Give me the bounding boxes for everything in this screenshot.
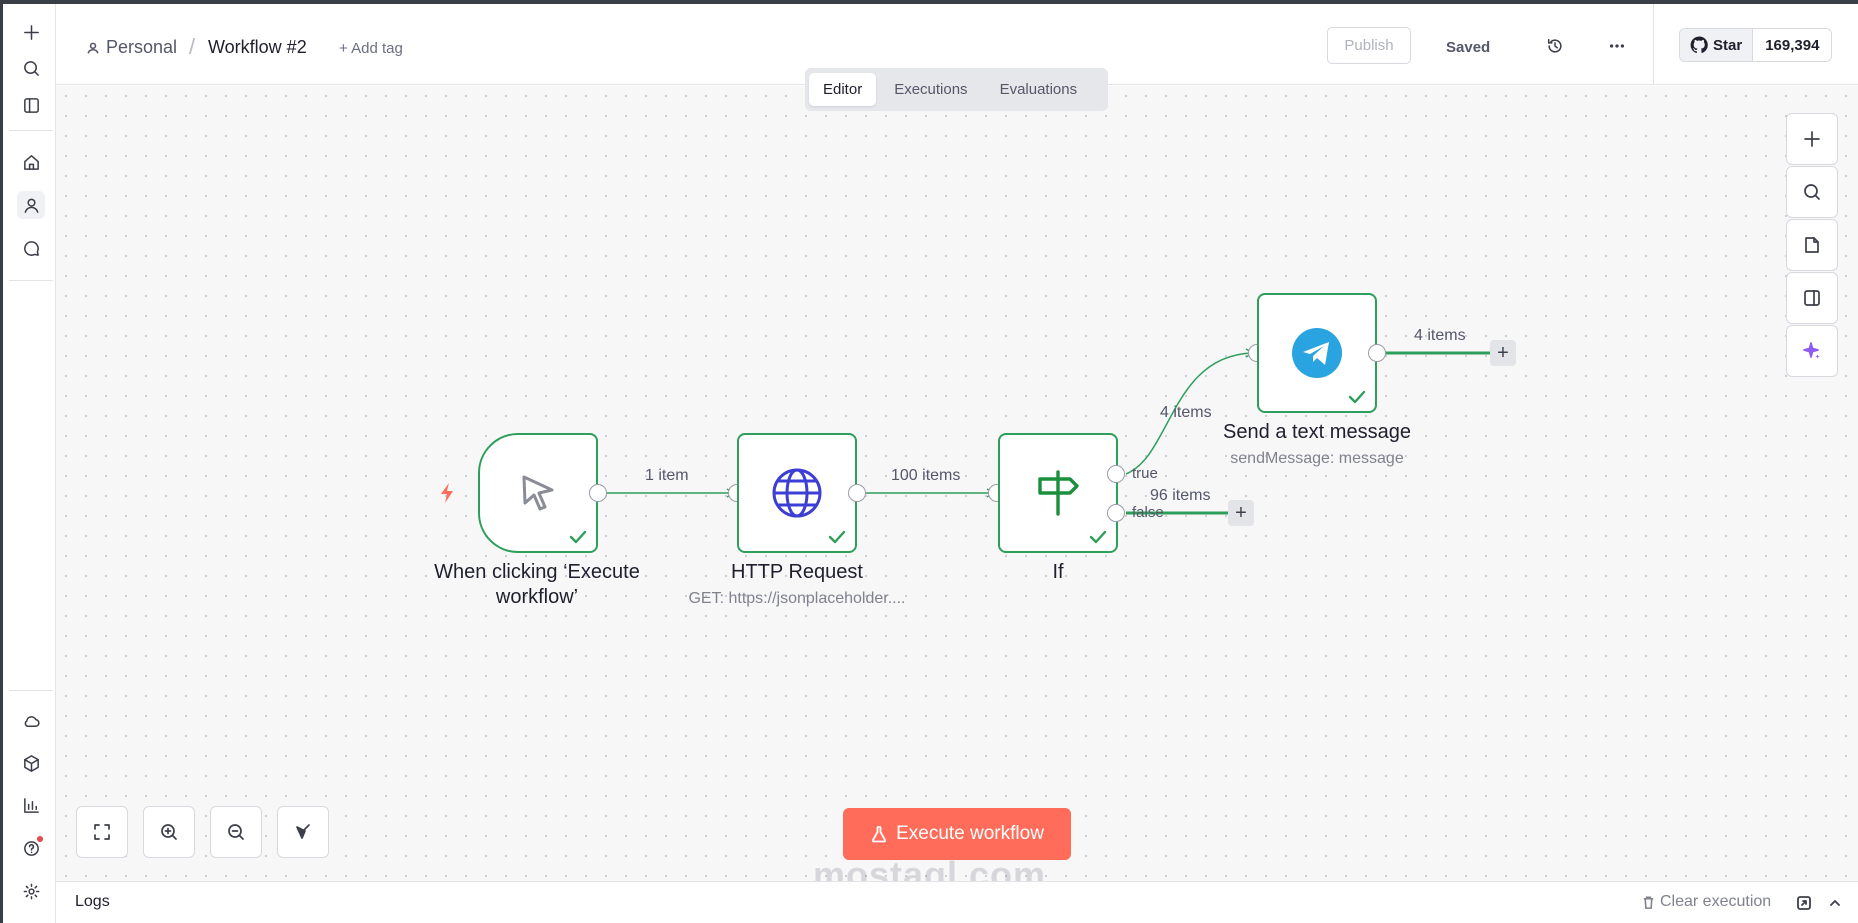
- view-tabs: Editor Executions Evaluations: [805, 68, 1108, 111]
- logs-panel-bar[interactable]: Logs Clear execution: [56, 881, 1858, 923]
- logs-label: Logs: [75, 893, 110, 910]
- node-if[interactable]: [998, 433, 1118, 553]
- edge-label: 100 items: [891, 467, 961, 484]
- tab-executions[interactable]: Executions: [880, 73, 981, 106]
- sparkle-icon: [1803, 342, 1820, 359]
- chart-icon[interactable]: [17, 791, 45, 819]
- add-tag-button[interactable]: + Add tag: [339, 40, 403, 57]
- help-icon[interactable]: [17, 834, 45, 862]
- port-label-true: true: [1132, 465, 1158, 482]
- clear-execution-button[interactable]: Clear execution: [1641, 893, 1771, 911]
- flask-icon: [872, 826, 887, 843]
- trash-icon: [1643, 896, 1654, 909]
- github-icon: [1690, 36, 1708, 54]
- success-check-icon: [1088, 529, 1108, 545]
- node-http-request[interactable]: [737, 433, 857, 553]
- plus-icon: [1804, 131, 1820, 147]
- ai-assistant-button[interactable]: [1786, 325, 1838, 377]
- telegram-icon: [1292, 328, 1342, 378]
- node-title: HTTP Request: [731, 561, 863, 583]
- settings-icon[interactable]: [17, 877, 45, 905]
- add-node-plus-icon[interactable]: +: [1228, 500, 1254, 526]
- github-star-label: Star: [1713, 36, 1743, 54]
- node-subtitle: sendMessage: message: [1230, 450, 1404, 467]
- node-title: Send a text message: [1223, 421, 1411, 443]
- output-handle-true[interactable]: [1107, 465, 1125, 483]
- execute-workflow-button[interactable]: Execute workflow: [843, 808, 1071, 860]
- output-handle[interactable]: [589, 484, 607, 502]
- globe-icon: [772, 468, 822, 518]
- more-options-icon[interactable]: [1603, 32, 1631, 60]
- tab-evaluations[interactable]: Evaluations: [986, 73, 1092, 106]
- sidebar-divider: [9, 130, 53, 131]
- search-icon[interactable]: [17, 54, 45, 82]
- search-icon: [1804, 184, 1820, 200]
- n8n-workflow-editor: Personal / Workflow #2 + Add tag Publish…: [0, 0, 1858, 923]
- panel-icon[interactable]: [17, 91, 45, 119]
- cube-icon[interactable]: [17, 749, 45, 777]
- fit-view-button[interactable]: [76, 806, 128, 858]
- success-check-icon: [568, 529, 588, 545]
- tidy-up-button[interactable]: [277, 806, 329, 858]
- popout-icon[interactable]: [1793, 892, 1815, 914]
- plus-icon[interactable]: [17, 18, 45, 46]
- edge-label: 1 item: [645, 467, 689, 484]
- clear-execution-label: Clear execution: [1660, 893, 1772, 910]
- port-label-false: false: [1132, 504, 1164, 521]
- history-icon[interactable]: [1541, 32, 1569, 60]
- note-icon: [1805, 237, 1819, 253]
- execute-workflow-label: Execute workflow: [896, 823, 1044, 844]
- add-node-button[interactable]: [1786, 113, 1838, 165]
- left-sidebar: [0, 4, 56, 923]
- success-check-icon: [827, 529, 847, 545]
- watermark: mostaql.com: [813, 854, 1047, 881]
- output-handle-false[interactable]: [1107, 504, 1125, 522]
- tab-editor[interactable]: Editor: [809, 73, 877, 106]
- breadcrumb-separator: /: [189, 34, 196, 59]
- add-node-plus-icon[interactable]: +: [1490, 340, 1516, 366]
- success-check-icon: [1347, 389, 1367, 405]
- breadcrumb-project[interactable]: Personal: [86, 37, 177, 58]
- github-star-count: 169,394: [1753, 29, 1832, 61]
- node-subtitle: GET: https://jsonplaceholder....: [688, 590, 906, 607]
- notification-dot: [37, 836, 43, 842]
- zoom-in-icon: [161, 824, 177, 840]
- signpost-icon: [1038, 470, 1079, 516]
- github-star-button[interactable]: Star 169,394: [1679, 28, 1833, 62]
- home-icon[interactable]: [17, 148, 45, 176]
- toggle-panel-button[interactable]: [1786, 272, 1838, 324]
- breadcrumb-project-label: Personal: [106, 37, 178, 57]
- broom-icon: [296, 824, 310, 839]
- edge-label: 4 items: [1414, 327, 1466, 344]
- saved-status: Saved: [1446, 39, 1491, 56]
- chevron-up-icon[interactable]: [1824, 892, 1846, 914]
- node-title: When clicking ‘Execute workflow’: [434, 561, 640, 608]
- header-divider: [1653, 4, 1654, 85]
- search-nodes-button[interactable]: [1786, 166, 1838, 218]
- output-handle[interactable]: [848, 484, 866, 502]
- fit-view-icon: [94, 824, 110, 840]
- workflow-canvas[interactable]: When clicking ‘Execute workflow’ 1 item …: [56, 86, 1858, 881]
- node-manual-trigger[interactable]: [478, 433, 598, 553]
- user-icon: [87, 42, 99, 54]
- sidebar-divider: [9, 280, 53, 281]
- user-icon[interactable]: [17, 191, 45, 219]
- sticky-note-button[interactable]: [1786, 219, 1838, 271]
- sidebar-divider: [9, 690, 53, 691]
- node-telegram[interactable]: [1257, 293, 1377, 413]
- zoom-in-button[interactable]: [143, 806, 195, 858]
- node-title: If: [1052, 561, 1064, 583]
- output-handle[interactable]: [1368, 344, 1386, 362]
- edge-label: 96 items: [1150, 487, 1211, 504]
- zoom-out-button[interactable]: [210, 806, 262, 858]
- cloud-icon[interactable]: [17, 707, 45, 735]
- cursor-icon: [522, 475, 554, 511]
- workflow-name[interactable]: Workflow #2: [208, 37, 307, 58]
- chat-icon[interactable]: [17, 234, 45, 262]
- panel-icon: [1804, 290, 1820, 306]
- bolt-icon: [441, 483, 453, 503]
- zoom-out-icon: [228, 824, 244, 840]
- publish-button[interactable]: Publish: [1327, 27, 1411, 64]
